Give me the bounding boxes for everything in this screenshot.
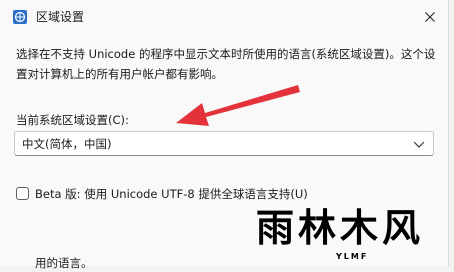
- system-locale-dropdown[interactable]: 中文(简体，中国): [14, 131, 434, 156]
- current-locale-label: 当前系统区域设置(C):: [16, 113, 129, 127]
- chevron-down-icon: [413, 141, 425, 148]
- close-button[interactable]: [414, 4, 446, 30]
- watermark-sub: YLMF: [336, 252, 369, 261]
- watermark-logo: 雨林木风 YLMF: [244, 200, 454, 266]
- close-icon: [425, 12, 435, 22]
- description-text: 选择在不支持 Unicode 的程序中显示文本时所使用的语言(系统区域设置)。这…: [16, 47, 436, 81]
- globe-settings-icon: [13, 10, 27, 24]
- cut-off-text: 用的语言。: [35, 256, 93, 270]
- window-title: 区域设置: [36, 10, 85, 24]
- selected-locale: 中文(简体，中国): [22, 137, 112, 151]
- watermark-main: 雨林木风: [256, 206, 425, 250]
- utf8-checkbox[interactable]: [16, 187, 29, 200]
- title-bar: 区域设置: [0, 0, 448, 34]
